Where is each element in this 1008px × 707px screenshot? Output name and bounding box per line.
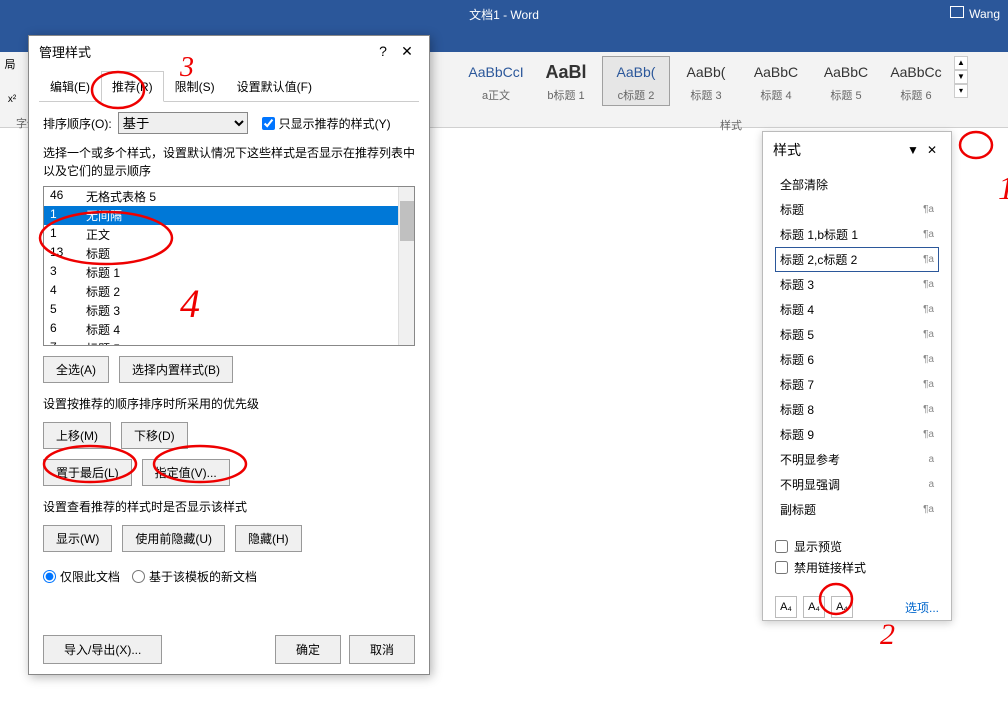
tab-defaults[interactable]: 设置默认值(F): [226, 71, 323, 102]
move-last-button[interactable]: 置于最后(L): [43, 459, 132, 486]
move-down-button[interactable]: 下移(D): [121, 422, 188, 449]
manage-styles-icon[interactable]: A₄: [831, 596, 853, 618]
list-item[interactable]: 7标题 5: [44, 339, 414, 346]
style-gallery-item[interactable]: AaBb(c标题 2: [602, 56, 670, 106]
close-button[interactable]: ✕: [395, 43, 419, 60]
priority-heading: 设置按推荐的顺序排序时所采用的优先级: [43, 395, 415, 412]
styles-listbox[interactable]: 46无格式表格 51无间隔1正文13标题3标题 14标题 25标题 36标题 4…: [43, 186, 415, 346]
pane-style-item[interactable]: 全部清除: [775, 172, 939, 197]
ok-button[interactable]: 确定: [275, 635, 341, 664]
list-item[interactable]: 6标题 4: [44, 320, 414, 339]
scrollbar[interactable]: [398, 187, 414, 345]
list-item[interactable]: 1无间隔: [44, 206, 414, 225]
gallery-up-icon[interactable]: ▲: [954, 56, 968, 70]
import-export-button[interactable]: 导入/导出(X)...: [43, 635, 162, 664]
list-item[interactable]: 1正文: [44, 225, 414, 244]
superscript-icon[interactable]: x²: [0, 90, 24, 109]
styles-gallery: AaBbCcIa正文AaBlb标题 1AaBb(c标题 2AaBb(标题 3Aa…: [460, 52, 970, 127]
gallery-more-icon[interactable]: ▾: [954, 84, 968, 98]
pane-style-item[interactable]: 标题 9¶a: [775, 422, 939, 447]
radio-template[interactable]: 基于该模板的新文档: [132, 568, 257, 585]
manage-styles-dialog: 管理样式 ? ✕ 编辑(E) 推荐(R) 限制(S) 设置默认值(F) 排序顺序…: [28, 35, 430, 675]
style-gallery-item[interactable]: AaBbCc标题 6: [882, 56, 950, 106]
pane-style-item[interactable]: 标题 5¶a: [775, 322, 939, 347]
show-preview-checkbox[interactable]: 显示预览: [775, 538, 939, 555]
sort-select[interactable]: 基于: [118, 112, 248, 134]
sort-label: 排序顺序(O):: [43, 115, 112, 132]
list-item[interactable]: 46无格式表格 5: [44, 187, 414, 206]
titlebar: 文档1 - Word Wang: [0, 0, 1008, 28]
tab-edit[interactable]: 编辑(E): [39, 71, 101, 102]
pane-style-item[interactable]: 副标题¶a: [775, 497, 939, 522]
select-all-button[interactable]: 全选(A): [43, 356, 109, 383]
help-button[interactable]: ?: [371, 43, 395, 59]
style-gallery-item[interactable]: AaBbC标题 4: [742, 56, 810, 106]
list-item[interactable]: 5标题 3: [44, 301, 414, 320]
style-gallery-item[interactable]: AaBb(标题 3: [672, 56, 740, 106]
disable-linked-checkbox[interactable]: 禁用链接样式: [775, 559, 939, 576]
only-recommended-checkbox[interactable]: 只显示推荐的样式(Y): [262, 115, 391, 132]
show-button[interactable]: 显示(W): [43, 525, 112, 552]
style-gallery-item[interactable]: AaBlb标题 1: [532, 56, 600, 106]
list-item[interactable]: 4标题 2: [44, 282, 414, 301]
cancel-button[interactable]: 取消: [349, 635, 415, 664]
pane-style-item[interactable]: 标题 6¶a: [775, 347, 939, 372]
hide-until-button[interactable]: 使用前隐藏(U): [122, 525, 225, 552]
styles-section-label: 样式: [720, 117, 742, 133]
select-builtin-button[interactable]: 选择内置样式(B): [119, 356, 233, 383]
gallery-down-icon[interactable]: ▼: [954, 70, 968, 84]
scroll-thumb[interactable]: [400, 201, 414, 241]
restore-icon[interactable]: [950, 6, 964, 18]
pane-style-item[interactable]: 标题 8¶a: [775, 397, 939, 422]
pane-title: 样式: [773, 140, 801, 160]
style-gallery-item[interactable]: AaBbC标题 5: [812, 56, 880, 106]
app-title: 文档1 - Word: [469, 6, 539, 23]
pane-style-item[interactable]: 标题 2,c标题 2¶a: [775, 247, 939, 272]
annotation-text-1: 1: [998, 170, 1008, 208]
dialog-title: 管理样式: [39, 42, 91, 61]
pane-close-icon[interactable]: ✕: [923, 143, 941, 157]
list-item[interactable]: 13标题: [44, 244, 414, 263]
styles-pane: 样式 ▼ ✕ 全部清除标题¶a标题 1,b标题 1¶a标题 2,c标题 2¶a标…: [762, 131, 952, 621]
display-heading: 设置查看推荐的样式时是否显示该样式: [43, 498, 415, 515]
options-link[interactable]: 选项...: [905, 599, 939, 616]
new-style-icon[interactable]: A₄: [775, 596, 797, 618]
tab-restrict[interactable]: 限制(S): [164, 71, 226, 102]
annotation-circle-1: [958, 130, 994, 160]
user-name[interactable]: Wang: [969, 7, 1000, 21]
pane-style-item[interactable]: 不明显强调a: [775, 472, 939, 497]
pane-style-item[interactable]: 标题 7¶a: [775, 372, 939, 397]
hide-button[interactable]: 隐藏(H): [235, 525, 302, 552]
assign-value-button[interactable]: 指定值(V)...: [142, 459, 230, 486]
pane-style-item[interactable]: 标题 1,b标题 1¶a: [775, 222, 939, 247]
pane-dropdown-icon[interactable]: ▼: [903, 143, 923, 157]
tab-recommend[interactable]: 推荐(R): [101, 71, 164, 102]
pane-style-item[interactable]: 不明显参考a: [775, 447, 939, 472]
radio-doc-only[interactable]: 仅限此文档: [43, 568, 120, 585]
move-up-button[interactable]: 上移(M): [43, 422, 111, 449]
pane-style-item[interactable]: 标题 4¶a: [775, 297, 939, 322]
pane-style-item[interactable]: 标题¶a: [775, 197, 939, 222]
list-item[interactable]: 3标题 1: [44, 263, 414, 282]
dialog-description: 选择一个或多个样式，设置默认情况下这些样式是否显示在推荐列表中以及它们的显示顺序: [43, 144, 415, 180]
style-gallery-item[interactable]: AaBbCcIa正文: [462, 56, 530, 106]
style-inspector-icon[interactable]: A₄: [803, 596, 825, 618]
pane-style-item[interactable]: 标题 3¶a: [775, 272, 939, 297]
